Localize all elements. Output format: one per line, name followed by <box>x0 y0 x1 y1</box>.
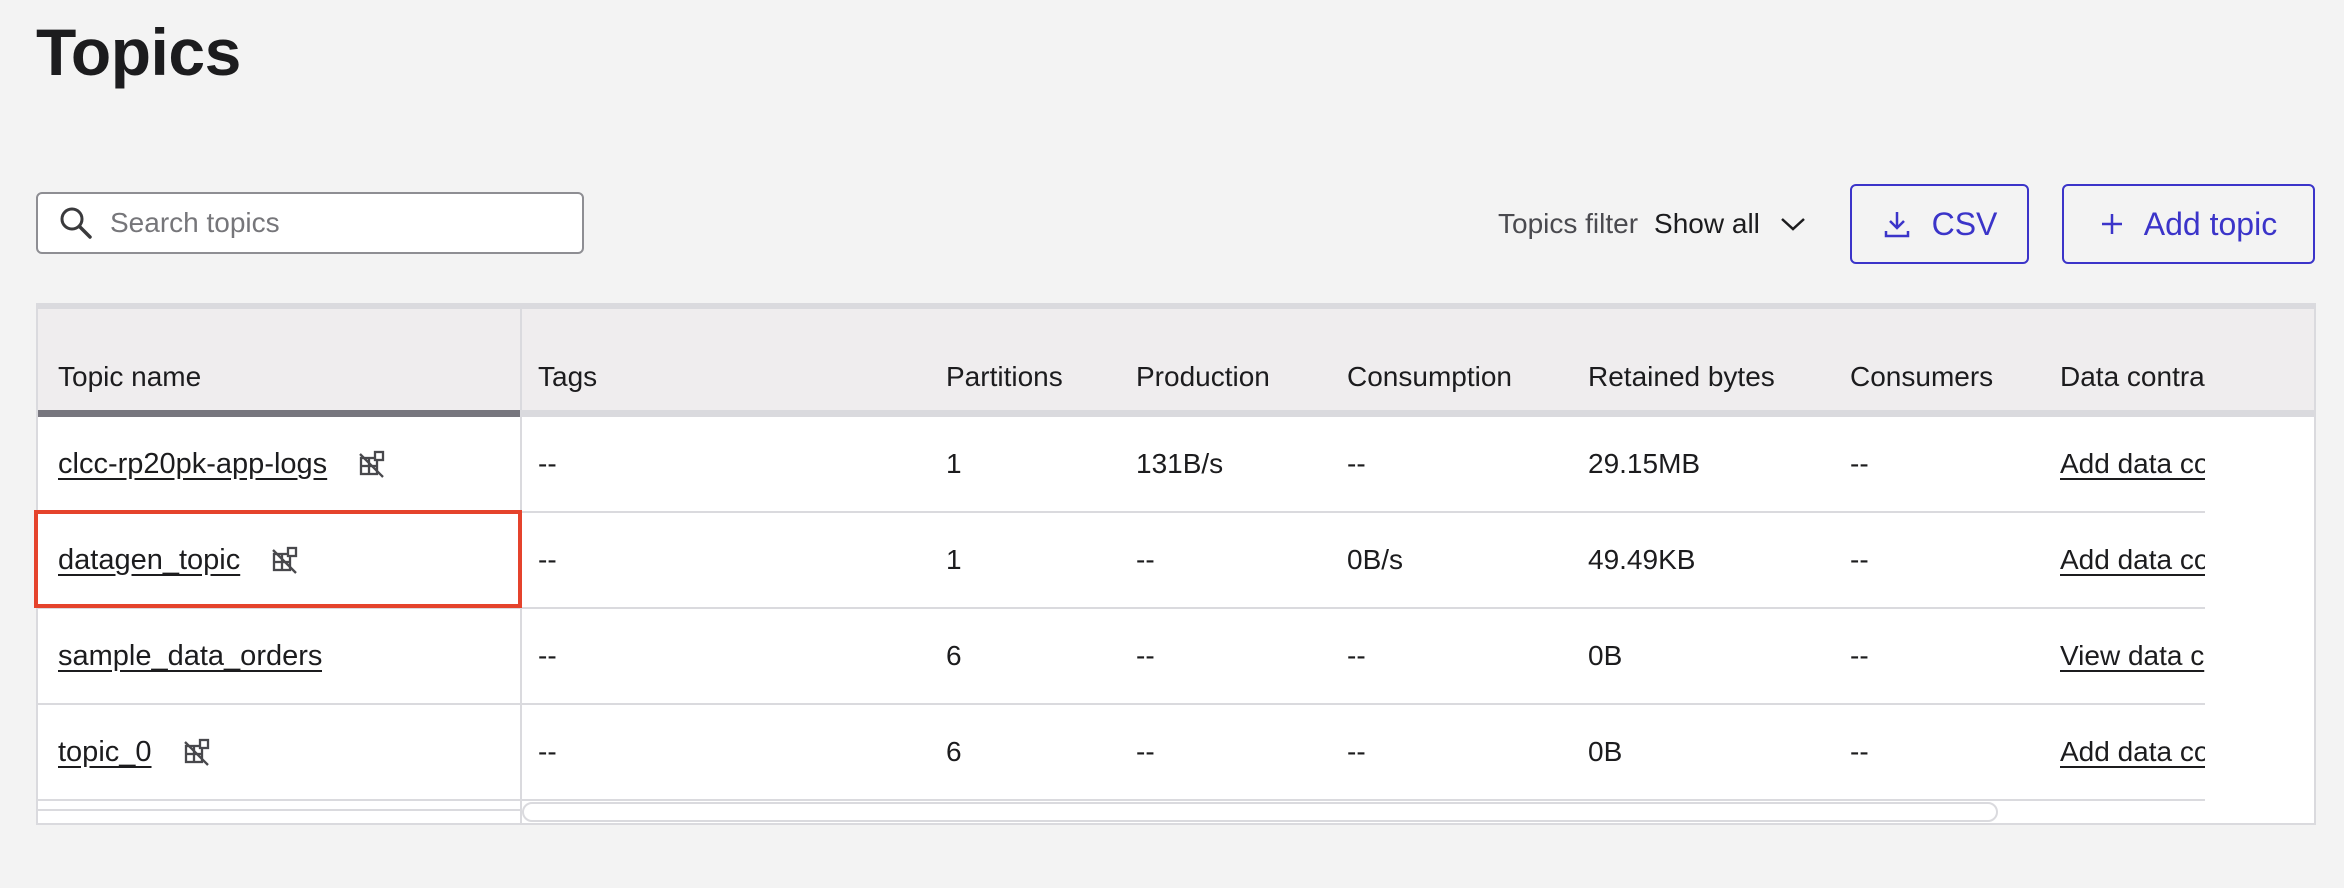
consumers-cell: -- <box>1850 736 1869 767</box>
production-cell: -- <box>1136 640 1155 671</box>
csv-button[interactable]: CSV <box>1850 184 2029 264</box>
table-row: datagen_topic -- 1 -- 0B/s 49.49KB -- Ad… <box>38 513 2314 609</box>
partitions-cell: 6 <box>946 640 962 671</box>
no-schema-icon <box>357 449 387 479</box>
data-contract-link[interactable]: Add data co <box>2060 544 2205 576</box>
table-row: clcc-rp20pk-app-logs -- 1 131B/s -- 29.1… <box>38 417 2314 513</box>
consumption-cell: -- <box>1347 448 1366 479</box>
column-header-retained-bytes[interactable]: Retained bytes <box>1588 361 1775 393</box>
search-icon <box>58 205 94 241</box>
column-header-consumption[interactable]: Consumption <box>1347 361 1512 393</box>
table-bottom-border <box>38 809 520 811</box>
table-right-edge <box>2205 309 2314 823</box>
topic-link[interactable]: topic_0 <box>58 736 152 769</box>
consumption-cell: -- <box>1347 640 1366 671</box>
topics-filter-label: Topics filter <box>1498 208 1639 239</box>
csv-button-label: CSV <box>1931 205 1998 242</box>
column-header-data-contracts[interactable]: Data contra <box>2060 361 2205 393</box>
table-header: Topic name Tags Partitions Production Co… <box>38 309 2314 417</box>
column-header-production[interactable]: Production <box>1136 361 1270 393</box>
tags-cell: -- <box>538 640 557 671</box>
no-schema-icon <box>182 737 212 767</box>
retained-bytes-cell: 49.49KB <box>1588 544 1696 575</box>
page-title: Topics <box>36 15 241 89</box>
table-row: sample_data_orders -- 6 -- -- 0B -- View… <box>38 609 2314 705</box>
topic-link[interactable]: datagen_topic <box>58 544 240 577</box>
table-row: topic_0 -- 6 -- -- 0B -- Add data co <box>38 705 2314 801</box>
chevron-down-icon[interactable] <box>1780 216 1806 232</box>
production-cell: 131B/s <box>1136 448 1224 479</box>
column-header-tags[interactable]: Tags <box>538 361 597 393</box>
download-icon <box>1882 209 1912 239</box>
retained-bytes-cell: 0B <box>1588 736 1623 767</box>
consumers-cell: -- <box>1850 448 1869 479</box>
topic-name-column-indicator <box>38 410 520 417</box>
topics-table: Topic name Tags Partitions Production Co… <box>36 303 2316 825</box>
column-header-topic-name[interactable]: Topic name <box>58 361 201 393</box>
tags-cell: -- <box>538 736 557 767</box>
topics-filter[interactable]: Topics filter Show all <box>1498 200 1806 248</box>
partitions-cell: 1 <box>946 544 962 575</box>
column-header-consumers[interactable]: Consumers <box>1850 361 1993 393</box>
add-topic-button-label: Add topic <box>2143 205 2278 242</box>
topic-link[interactable]: sample_data_orders <box>58 640 322 673</box>
partitions-cell: 6 <box>946 736 962 767</box>
topics-filter-value[interactable]: Show all <box>1654 208 1760 240</box>
retained-bytes-cell: 0B <box>1588 640 1623 671</box>
topic-link[interactable]: clcc-rp20pk-app-logs <box>58 448 327 481</box>
no-schema-icon <box>270 545 300 575</box>
retained-bytes-cell: 29.15MB <box>1588 448 1701 479</box>
tags-cell: -- <box>538 544 557 575</box>
data-contract-link[interactable]: Add data co <box>2060 736 2205 768</box>
production-cell: -- <box>1136 544 1155 575</box>
data-contract-link[interactable]: Add data co <box>2060 448 2205 480</box>
tags-cell: -- <box>538 448 557 479</box>
consumers-cell: -- <box>1850 640 1869 671</box>
search-box[interactable] <box>36 192 584 254</box>
horizontal-scrollbar[interactable] <box>522 802 1998 822</box>
partitions-cell: 1 <box>946 448 962 479</box>
column-header-partitions[interactable]: Partitions <box>946 361 1063 393</box>
data-contract-link[interactable]: View data c <box>2060 640 2204 672</box>
add-topic-button[interactable]: Add topic <box>2062 184 2315 264</box>
search-input[interactable] <box>108 206 552 240</box>
column-divider <box>520 309 522 823</box>
production-cell: -- <box>1136 736 1155 767</box>
consumption-cell: 0B/s <box>1347 544 1404 575</box>
consumers-cell: -- <box>1850 544 1869 575</box>
consumption-cell: -- <box>1347 736 1366 767</box>
plus-icon <box>2100 212 2124 236</box>
